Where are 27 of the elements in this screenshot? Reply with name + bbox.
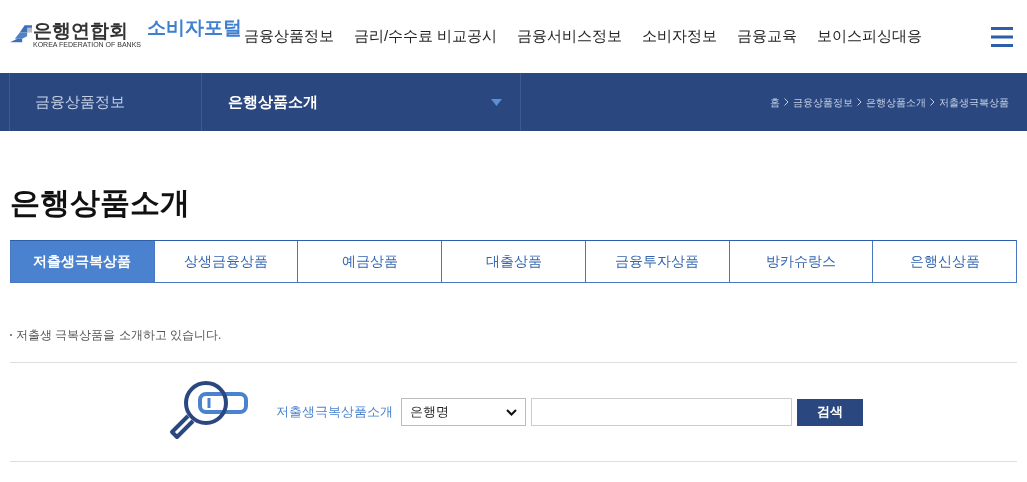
section-dropdown[interactable]: 금융상품정보 [10, 73, 202, 131]
nav-link[interactable]: 금융서비스정보 [517, 25, 623, 48]
chevron-down-icon [506, 408, 517, 416]
portal-name: 소비자포털 [147, 16, 242, 41]
breadcrumb-link[interactable]: 은행상품소개 [866, 94, 926, 110]
page-title: 은행상품소개 [10, 185, 191, 221]
bank-select[interactable]: 은행명 [401, 398, 526, 426]
breadcrumb-link[interactable]: 금융상품정보 [793, 94, 853, 110]
nav-link[interactable]: 금융교육 [737, 25, 798, 48]
nav-link[interactable]: 금융상품정보 [244, 25, 334, 48]
search-button[interactable]: 검색 [797, 398, 863, 426]
caret-icon [491, 98, 502, 106]
chevron-icon [857, 98, 862, 106]
search-label: 저출생극복상품소개 [276, 403, 393, 422]
chevron-icon [784, 98, 789, 106]
tab[interactable]: 저출생극복상품 [10, 241, 154, 282]
page-dropdown[interactable]: 은행상품소개 [202, 73, 521, 131]
nav-link[interactable]: 금리/수수료 비교공시 [354, 25, 498, 48]
breadcrumb-link[interactable]: 홈 [770, 94, 780, 110]
nav-link[interactable]: 소비자정보 [642, 25, 718, 48]
menu-icon[interactable] [991, 25, 1013, 48]
nav-link[interactable]: 보이스피싱대응 [817, 25, 923, 48]
search-input[interactable] [531, 398, 792, 426]
intro-text: 저출생 극복상품을 소개하고 있습니다. [16, 327, 222, 344]
chevron-icon [930, 98, 935, 106]
logo-name: 은행연합회 [33, 20, 129, 41]
breadcrumb-link[interactable]: 저출생극복상품 [939, 94, 1009, 110]
